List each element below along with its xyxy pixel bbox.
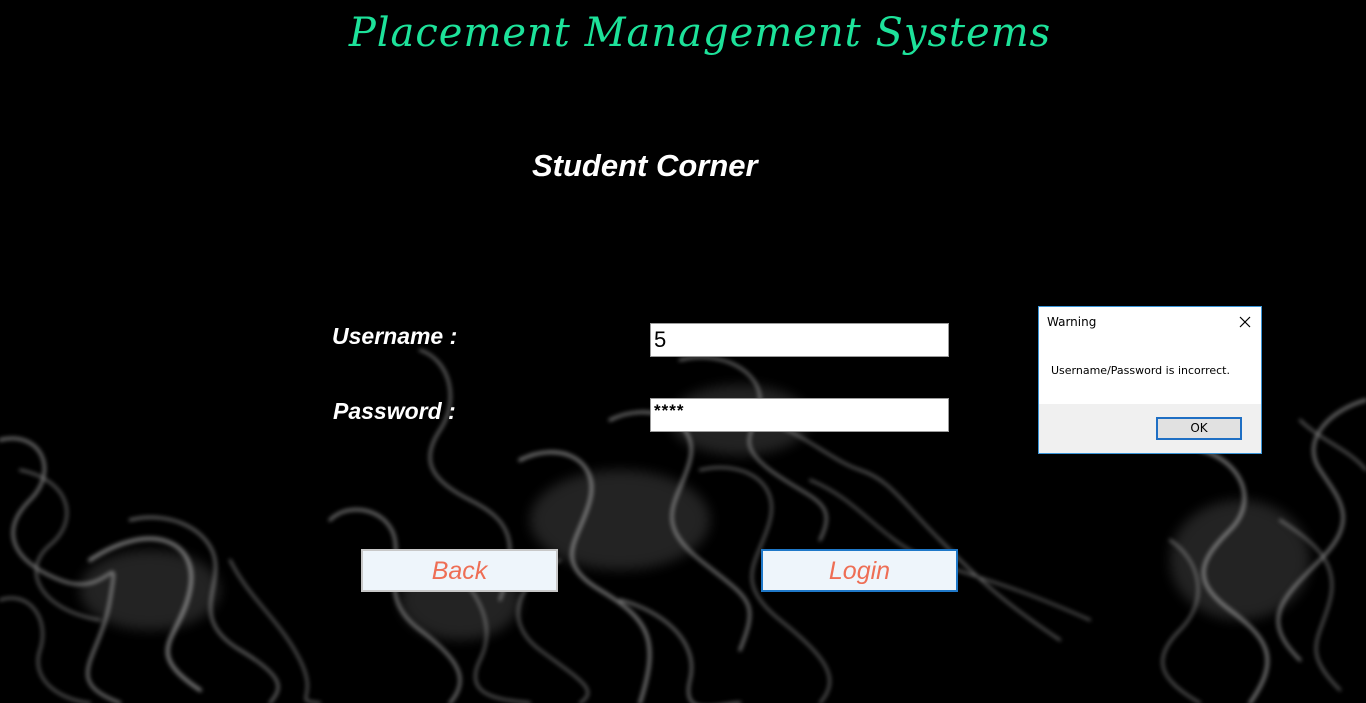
app-title: Placement Management Systems bbox=[348, 10, 1052, 56]
login-button[interactable]: Login bbox=[761, 549, 958, 592]
password-label: Password : bbox=[333, 398, 456, 424]
warning-dialog: Warning Username/Password is incorrect. … bbox=[1038, 306, 1262, 454]
dialog-titlebar: Warning bbox=[1039, 307, 1261, 337]
dialog-message: Username/Password is incorrect. bbox=[1051, 364, 1230, 377]
ok-button[interactable]: OK bbox=[1156, 417, 1242, 440]
close-icon[interactable] bbox=[1235, 312, 1255, 332]
username-label: Username : bbox=[332, 323, 458, 349]
username-input[interactable]: 5 bbox=[650, 323, 949, 357]
app-window: Placement Management Systems Student Cor… bbox=[0, 0, 1366, 703]
page-heading: Student Corner bbox=[532, 148, 758, 183]
dialog-title: Warning bbox=[1047, 315, 1097, 329]
back-button[interactable]: Back bbox=[361, 549, 558, 592]
dialog-footer: OK bbox=[1039, 404, 1261, 453]
password-input[interactable]: **** bbox=[650, 398, 949, 432]
